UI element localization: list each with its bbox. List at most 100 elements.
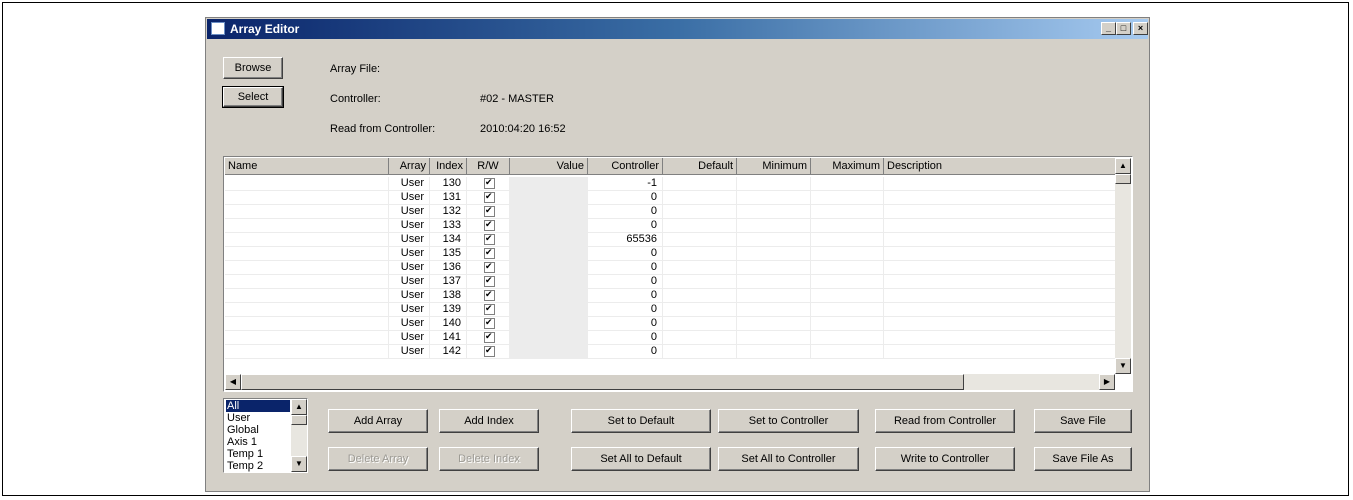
minimize-button[interactable]: _ [1101,22,1116,35]
cell-value[interactable] [510,219,588,232]
column-header-value[interactable]: Value [510,158,588,175]
add-array-button[interactable]: Add Array [328,409,428,433]
maximize-button[interactable]: □ [1116,22,1131,35]
vertical-scroll-thumb[interactable] [1115,174,1131,184]
scroll-up-icon[interactable]: ▲ [1115,158,1131,174]
list-scrollbar[interactable]: ▲ ▼ [291,399,307,472]
cell-rw[interactable] [467,303,510,316]
list-scroll-thumb[interactable] [291,415,307,425]
table-row[interactable]: User137 0 [225,275,1117,289]
vertical-scrollbar[interactable]: ▲ ▼ [1115,158,1131,374]
rw-checkbox-icon[interactable] [484,317,495,329]
set-all-to-controller-button[interactable]: Set All to Controller [718,447,859,471]
cell-rw[interactable] [467,345,510,358]
cell-rw[interactable] [467,177,510,190]
table-row[interactable]: User133 0 [225,219,1117,233]
scroll-right-icon[interactable]: ▶ [1099,374,1115,390]
cell-rw[interactable] [467,247,510,260]
rw-checkbox-icon[interactable] [484,205,495,217]
set-to-controller-button[interactable]: Set to Controller [718,409,859,433]
save-file-button[interactable]: Save File [1034,409,1132,433]
cell-value[interactable] [510,205,588,218]
cell-rw[interactable] [467,331,510,344]
list-scroll-up-icon[interactable]: ▲ [291,399,307,415]
set-all-to-default-button[interactable]: Set All to Default [571,447,711,471]
cell-value[interactable] [510,303,588,316]
rw-checkbox-icon[interactable] [484,247,495,259]
column-header-array[interactable]: Array [389,158,430,175]
table-row[interactable]: User136 0 [225,261,1117,275]
table-row[interactable]: User130 -1 [225,177,1117,191]
column-header-default[interactable]: Default [663,158,737,175]
title-bar[interactable]: Array Editor _ □ × [207,19,1148,39]
rw-checkbox-icon[interactable] [484,219,495,231]
rw-checkbox-icon[interactable] [484,191,495,203]
rw-checkbox-icon[interactable] [484,275,495,287]
table-row[interactable]: User134 65536 [225,233,1117,247]
cell-rw[interactable] [467,275,510,288]
cell-value[interactable] [510,261,588,274]
cell-value[interactable] [510,345,588,358]
horizontal-scroll-thumb[interactable] [241,374,964,390]
table-row[interactable]: User139 0 [225,303,1117,317]
table-row[interactable]: User140 0 [225,317,1117,331]
cell-rw[interactable] [467,233,510,246]
rw-checkbox-icon[interactable] [484,233,495,245]
cell-value[interactable] [510,331,588,344]
table-row[interactable]: User141 0 [225,331,1117,345]
browse-button[interactable]: Browse [223,57,283,79]
set-to-default-button[interactable]: Set to Default [571,409,711,433]
array-table[interactable]: Name Array Index R/W Value Controller Default M… [223,156,1133,392]
list-item[interactable]: User [226,412,251,424]
array-filter-list[interactable]: All User Global Axis 1 Temp 1 Temp 2 ▲ ▼ [223,398,308,473]
cell-value[interactable] [510,247,588,260]
cell-value[interactable] [510,177,588,190]
cell-value[interactable] [510,289,588,302]
list-item[interactable]: Axis 1 [226,436,258,448]
delete-index-button[interactable]: Delete Index [439,447,539,471]
column-header-name[interactable]: Name [225,158,389,175]
column-header-index[interactable]: Index [430,158,467,175]
list-item[interactable]: Temp 1 [226,448,264,460]
table-row[interactable]: User135 0 [225,247,1117,261]
cell-rw[interactable] [467,261,510,274]
rw-checkbox-icon[interactable] [484,289,495,301]
column-header-minimum[interactable]: Minimum [737,158,811,175]
table-row[interactable]: User142 0 [225,345,1117,359]
rw-checkbox-icon[interactable] [484,331,495,343]
delete-array-button[interactable]: Delete Array [328,447,428,471]
list-item[interactable]: Temp 2 [226,460,264,472]
list-item[interactable]: Global [226,424,260,436]
column-header-description[interactable]: Description [884,158,1117,175]
cell-rw[interactable] [467,317,510,330]
column-header-controller[interactable]: Controller [588,158,663,175]
table-row[interactable]: User138 0 [225,289,1117,303]
rw-checkbox-icon[interactable] [484,303,495,315]
cell-rw[interactable] [467,191,510,204]
cell-value[interactable] [510,275,588,288]
add-index-button[interactable]: Add Index [439,409,539,433]
rw-checkbox-icon[interactable] [484,345,495,357]
scroll-down-icon[interactable]: ▼ [1115,358,1131,374]
write-to-controller-button[interactable]: Write to Controller [875,447,1015,471]
column-header-maximum[interactable]: Maximum [811,158,884,175]
close-button[interactable]: × [1133,22,1148,35]
cell-rw[interactable] [467,205,510,218]
cell-rw[interactable] [467,289,510,302]
cell-value[interactable] [510,191,588,204]
column-header-rw[interactable]: R/W [467,158,510,175]
horizontal-scrollbar[interactable]: ◀ ▶ [225,374,1115,390]
save-file-as-button[interactable]: Save File As [1034,447,1132,471]
cell-value[interactable] [510,317,588,330]
read-from-controller-button[interactable]: Read from Controller [875,409,1015,433]
table-row[interactable]: User132 0 [225,205,1117,219]
list-scroll-down-icon[interactable]: ▼ [291,456,307,472]
rw-checkbox-icon[interactable] [484,177,495,189]
cell-value[interactable] [510,233,588,246]
table-row[interactable]: User131 0 [225,191,1117,205]
scroll-left-icon[interactable]: ◀ [225,374,241,390]
select-button[interactable]: Select [222,86,284,108]
list-item[interactable]: All [226,400,290,412]
cell-rw[interactable] [467,219,510,232]
rw-checkbox-icon[interactable] [484,261,495,273]
